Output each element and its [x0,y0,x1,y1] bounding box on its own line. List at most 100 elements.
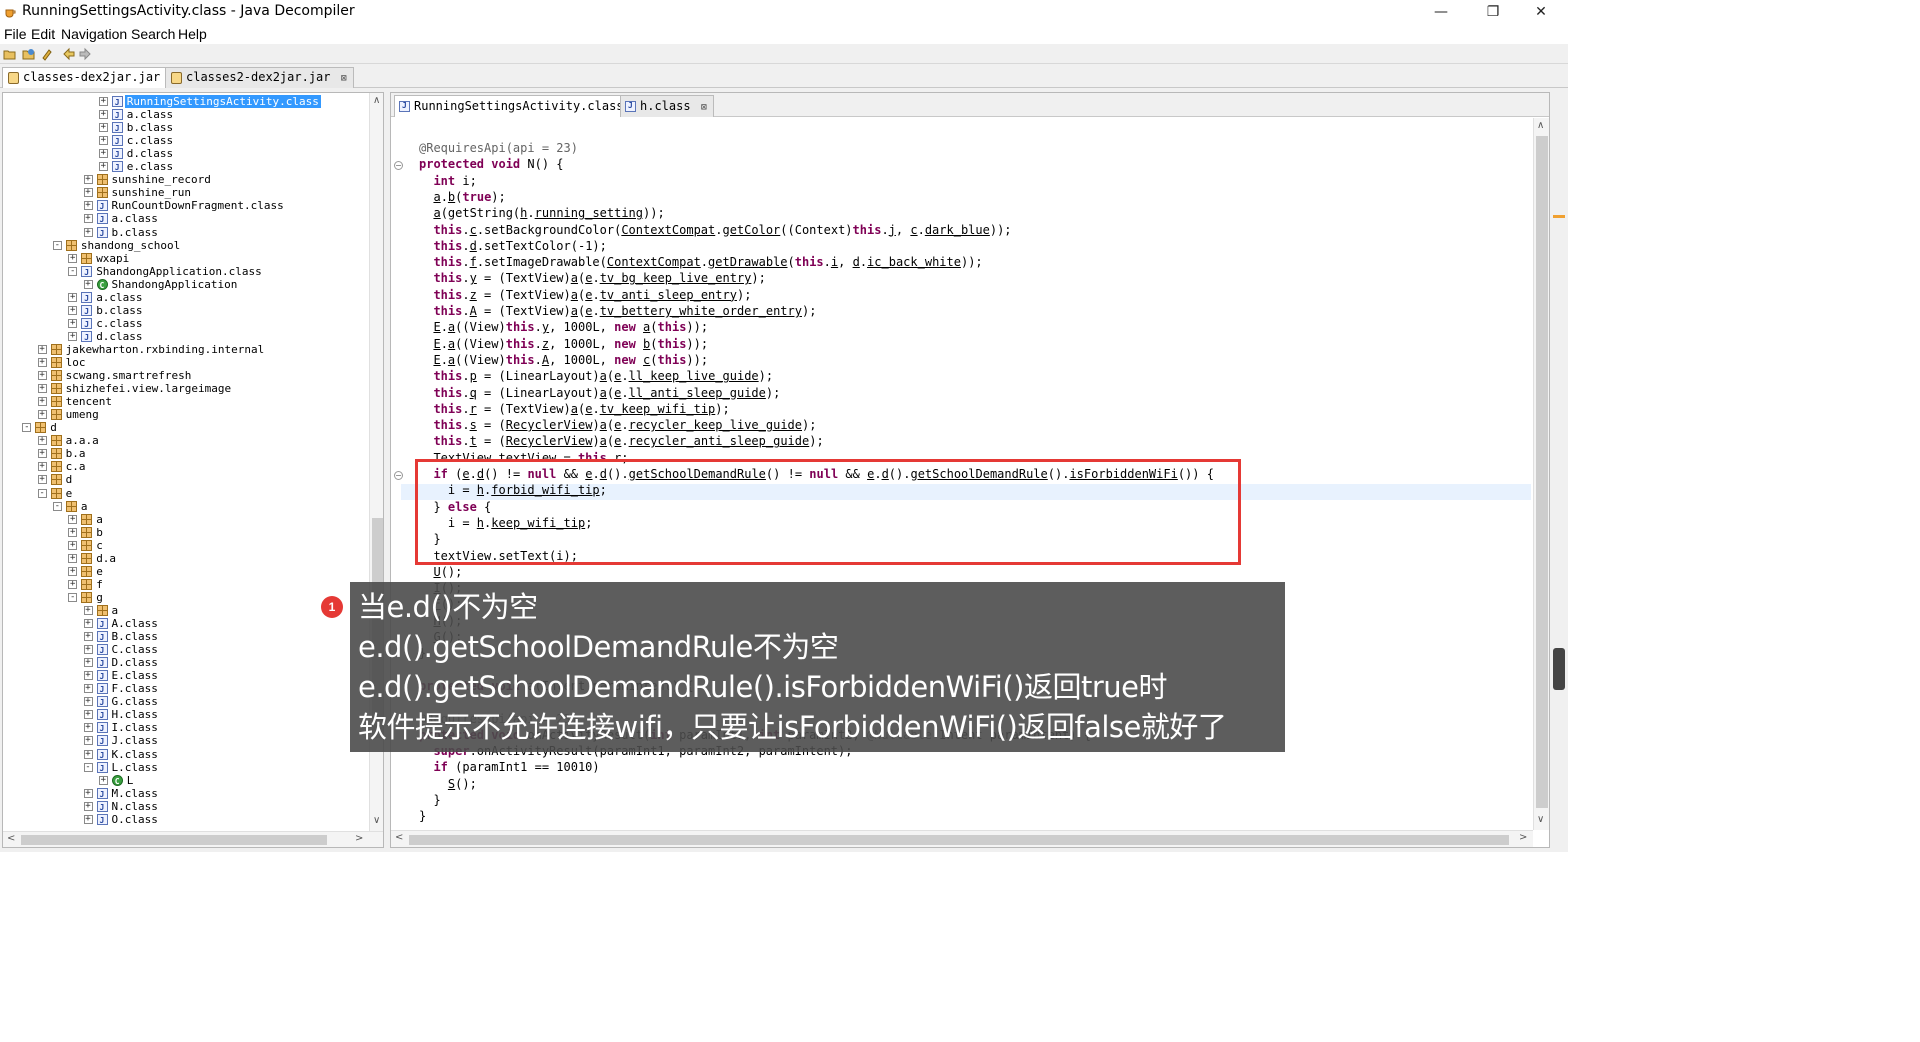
scroll-up-arrow[interactable]: ∧ [373,95,380,106]
tree-item[interactable]: + M.class [3,787,367,801]
expand-toggle-icon[interactable]: + [83,723,93,733]
tree-item[interactable]: + a.class [3,291,367,305]
expand-toggle-icon[interactable]: + [83,605,93,615]
close-button[interactable]: ✕ [1518,0,1564,24]
expand-toggle-icon[interactable]: + [68,253,78,263]
fold-toggle-icon[interactable]: − [394,161,403,170]
tree-item[interactable]: + b.class [3,304,367,318]
scroll-down-arrow[interactable]: ∨ [1537,814,1544,825]
tree-item[interactable]: + scwang.smartrefresh [3,369,367,382]
maximize-button[interactable]: ❐ [1470,0,1516,24]
tree-item[interactable]: - ShandongApplication.class [3,265,367,279]
tree-item[interactable]: + b.class [3,226,367,240]
tree-item[interactable]: + ShandongApplication [3,278,367,292]
expand-toggle-icon[interactable]: + [83,684,93,694]
editor-vertical-scrollbar[interactable]: ∧ ∨ [1533,118,1549,830]
tree-item[interactable]: + a.class [3,108,367,122]
tree-item[interactable]: + d.class [3,147,367,161]
expand-toggle-icon[interactable]: + [98,775,108,785]
tab-running-settings-activity[interactable]: RunningSettingsActivity.class ⊠ [394,95,647,117]
expand-toggle-icon[interactable]: + [98,97,108,106]
collapse-toggle-icon[interactable]: - [68,592,78,602]
tree-item[interactable]: + a.class [3,212,367,226]
expand-toggle-icon[interactable]: + [68,553,78,563]
tree-item[interactable]: + C.class [3,643,367,657]
tree-item[interactable]: + c.class [3,134,367,148]
expand-toggle-icon[interactable]: + [83,749,93,759]
tree-item[interactable]: + A.class [3,617,367,631]
tree-item[interactable]: +L [3,774,367,788]
expand-toggle-icon[interactable]: + [37,371,47,381]
menu-navigation[interactable]: Navigation [61,26,127,42]
tree-item[interactable]: + O.class [3,813,367,827]
menu-help[interactable]: Help [178,26,207,42]
expand-toggle-icon[interactable]: + [37,462,47,472]
tree-item[interactable]: -e [3,487,367,500]
scroll-left-arrow[interactable]: < [7,833,15,844]
tree-item[interactable]: + c [3,539,367,552]
expand-toggle-icon[interactable]: + [83,201,93,211]
tree-item[interactable]: + a.a.a [3,434,367,447]
expand-toggle-icon[interactable]: + [83,645,93,655]
expand-toggle-icon[interactable]: + [83,814,93,824]
expand-toggle-icon[interactable]: + [83,619,93,628]
tree-item[interactable]: + shizhefei.view.largeimage [3,382,367,395]
expand-toggle-icon[interactable]: + [37,436,47,446]
tree-item[interactable]: -g [3,591,367,604]
tree-item[interactable]: + e.class [3,160,367,174]
editor-horizontal-scrollbar[interactable]: < > [391,830,1533,847]
tree-item[interactable]: - shandong_school [3,239,367,252]
expand-toggle-icon[interactable]: + [98,110,108,120]
expand-toggle-icon[interactable]: + [68,292,78,302]
open-file-icon[interactable] [3,47,17,61]
fold-toggle-icon[interactable]: − [394,471,403,480]
tree-item[interactable]: + b.class [3,121,367,135]
minimize-button[interactable]: — [1418,0,1464,24]
tree-item[interactable]: + I.class [3,721,367,735]
expand-toggle-icon[interactable]: + [83,710,93,720]
expand-toggle-icon[interactable]: + [98,123,108,133]
ruler-marker[interactable] [1553,215,1565,218]
expand-toggle-icon[interactable]: + [68,527,78,537]
expand-toggle-icon[interactable]: + [68,514,78,524]
expand-toggle-icon[interactable]: + [37,344,47,354]
overview-ruler[interactable] [1552,120,1566,840]
collapse-toggle-icon[interactable]: - [37,488,47,498]
tree-item[interactable]: + F.class [3,682,367,696]
tree-horizontal-scrollbar[interactable]: < > [3,831,383,847]
tab-classes2-dex2jar[interactable]: classes2-dex2jar.jar ⊠ [165,67,354,88]
tree-item[interactable]: + c.class [3,317,367,331]
tree-item[interactable]: + K.class [3,748,367,762]
tab-classes-dex2jar[interactable]: classes-dex2jar.jar ⊠ [2,67,184,88]
expand-toggle-icon[interactable]: + [37,358,47,367]
ruler-scroll-handle[interactable] [1553,648,1565,690]
tree-item[interactable]: + sunshine_record [3,173,367,186]
tree-item[interactable]: + J.class [3,734,367,748]
tree-item[interactable]: + d [3,473,367,486]
open-type-icon[interactable] [22,47,36,61]
tree-item[interactable]: + RunningSettingsActivity.class [3,95,367,109]
scroll-right-arrow[interactable]: > [1519,832,1527,843]
expand-toggle-icon[interactable]: + [83,279,93,289]
menu-edit[interactable]: Edit [31,26,55,42]
tree-item[interactable]: -d [3,421,367,434]
expand-toggle-icon[interactable]: + [83,671,93,681]
expand-toggle-icon[interactable]: + [98,149,108,159]
scroll-left-arrow[interactable]: < [395,832,403,843]
tree-hscroll-thumb[interactable] [21,835,327,845]
tree-item[interactable]: + sunshine_run [3,186,367,199]
expand-toggle-icon[interactable]: + [68,579,78,589]
tab-close-icon[interactable]: ⊠ [701,102,707,113]
expand-toggle-icon[interactable]: + [68,540,78,550]
expand-toggle-icon[interactable]: + [37,384,47,394]
tree-item[interactable]: + B.class [3,630,367,644]
tree-item[interactable]: + tencent [3,395,367,408]
tree-item[interactable]: + f [3,578,367,591]
collapse-toggle-icon[interactable]: - [83,762,93,772]
tree-item[interactable]: + b.a [3,447,367,460]
tree-item[interactable]: + c.a [3,460,367,473]
tree-item[interactable]: + H.class [3,708,367,722]
tree-item[interactable]: + a [3,604,367,617]
expand-toggle-icon[interactable]: + [83,175,93,185]
expand-toggle-icon[interactable]: + [83,801,93,811]
